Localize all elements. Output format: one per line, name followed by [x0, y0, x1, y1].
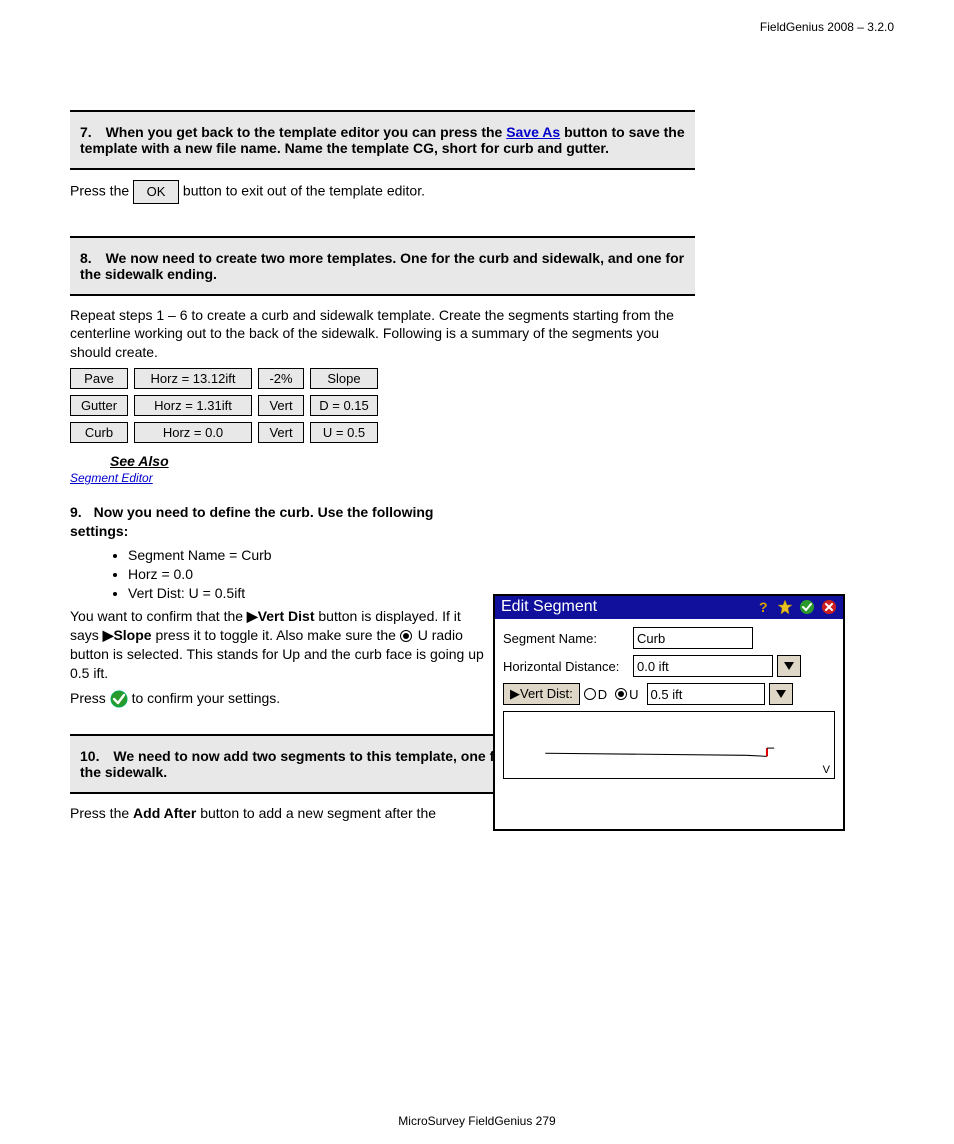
seg-row-1: Pave Horz = 13.12ift -2% Slope: [70, 368, 894, 389]
seg-row-3: Curb Horz = 0.0 Vert U = 0.5: [70, 422, 894, 443]
ok-check-icon: [110, 690, 128, 708]
help-icon[interactable]: ?: [755, 599, 771, 615]
horz-input[interactable]: [633, 655, 773, 677]
v-label: V: [823, 764, 830, 776]
seg2-name: Gutter: [70, 395, 128, 416]
step9-body: 9. Now you need to define the curb. Use …: [70, 503, 480, 541]
u-radio-inline-icon: [400, 630, 412, 642]
seealso-text: See Also: [110, 453, 169, 469]
seg2-horz: Horz = 1.31ift: [134, 395, 252, 416]
step8-text: We now need to create two more templates…: [80, 250, 684, 282]
step8-bar: 8. We now need to create two more templa…: [70, 236, 695, 296]
seealso-label: See Also: [110, 453, 169, 469]
horz-label: Horizontal Distance:: [503, 659, 633, 674]
seg1-horz: Horz = 13.12ift: [134, 368, 252, 389]
step7-bar: 7. When you get back to the template edi…: [70, 110, 695, 170]
seg3-horz: Horz = 0.0: [134, 422, 252, 443]
page-footer: MicroSurvey FieldGenius 279: [0, 1114, 954, 1128]
ok-key[interactable]: OK: [133, 180, 179, 204]
svg-text:?: ?: [759, 599, 768, 615]
step9-num: 9.: [70, 504, 82, 520]
seg1-type: Slope: [310, 368, 378, 389]
step7-note: Press the OK button to exit out of the t…: [70, 180, 695, 204]
step10-num: 10.: [80, 748, 99, 764]
segment-preview: V: [503, 711, 835, 779]
step9-bullets: Segment Name = Curb Horz = 0.0 Vert Dist…: [88, 547, 468, 601]
seealso-link[interactable]: Segment Editor: [70, 471, 153, 485]
step7-note-before: Press the: [70, 182, 133, 198]
seg2-type: Vert: [258, 395, 304, 416]
seg1-name: Pave: [70, 368, 128, 389]
step9-okconfirm: Press to confirm your settings.: [70, 689, 490, 708]
u-radio[interactable]: U: [615, 687, 638, 702]
doc-header: FieldGenius 2008 – 3.2.0: [760, 20, 894, 34]
segname-input[interactable]: [633, 627, 753, 649]
dialog-titlebar: Edit Segment ?: [495, 596, 843, 619]
d-radio[interactable]: D: [584, 687, 607, 702]
seg2-val: D = 0.15: [310, 395, 378, 416]
b2: Horz = 0.0: [128, 566, 468, 582]
seg3-type: Vert: [258, 422, 304, 443]
seg-row-2: Gutter Horz = 1.31ift Vert D = 0.15: [70, 395, 894, 416]
chevron-down-icon: [776, 690, 786, 698]
seg1-val: -2%: [258, 368, 304, 389]
step8-num: 8.: [80, 250, 92, 266]
seg3-val: U = 0.5: [310, 422, 378, 443]
vert-input[interactable]: [647, 683, 765, 705]
step7-desc: When you get back to the template editor…: [80, 124, 685, 156]
b1: Segment Name = Curb: [128, 547, 468, 563]
close-icon[interactable]: [821, 599, 837, 615]
ok-icon[interactable]: [799, 599, 815, 615]
step9-pre: Repeat steps 1 – 6 to create a curb and …: [70, 306, 695, 363]
edit-segment-dialog: Edit Segment ? Segment Name: Horizontal …: [493, 594, 845, 831]
star-icon[interactable]: [777, 599, 793, 615]
step7-num: 7.: [80, 124, 92, 140]
saveas-link[interactable]: Save As: [506, 124, 560, 140]
seg3-name: Curb: [70, 422, 128, 443]
step7-before: When you get back to the template editor…: [106, 124, 507, 140]
dialog-title: Edit Segment: [501, 598, 749, 616]
chevron-down-icon: [784, 662, 794, 670]
vert-dropdown[interactable]: [769, 683, 793, 705]
step9-after: You want to confirm that the ▶Vert Dist …: [70, 607, 490, 683]
segname-label: Segment Name:: [503, 631, 633, 646]
horz-dropdown[interactable]: [777, 655, 801, 677]
step7-note-after: button to exit out of the template edito…: [183, 182, 425, 198]
step9-desc: Now you need to define the curb. Use the…: [70, 504, 433, 539]
b3: Vert Dist: U = 0.5ift: [128, 585, 468, 601]
vertdist-button[interactable]: ▶Vert Dist:: [503, 683, 580, 705]
